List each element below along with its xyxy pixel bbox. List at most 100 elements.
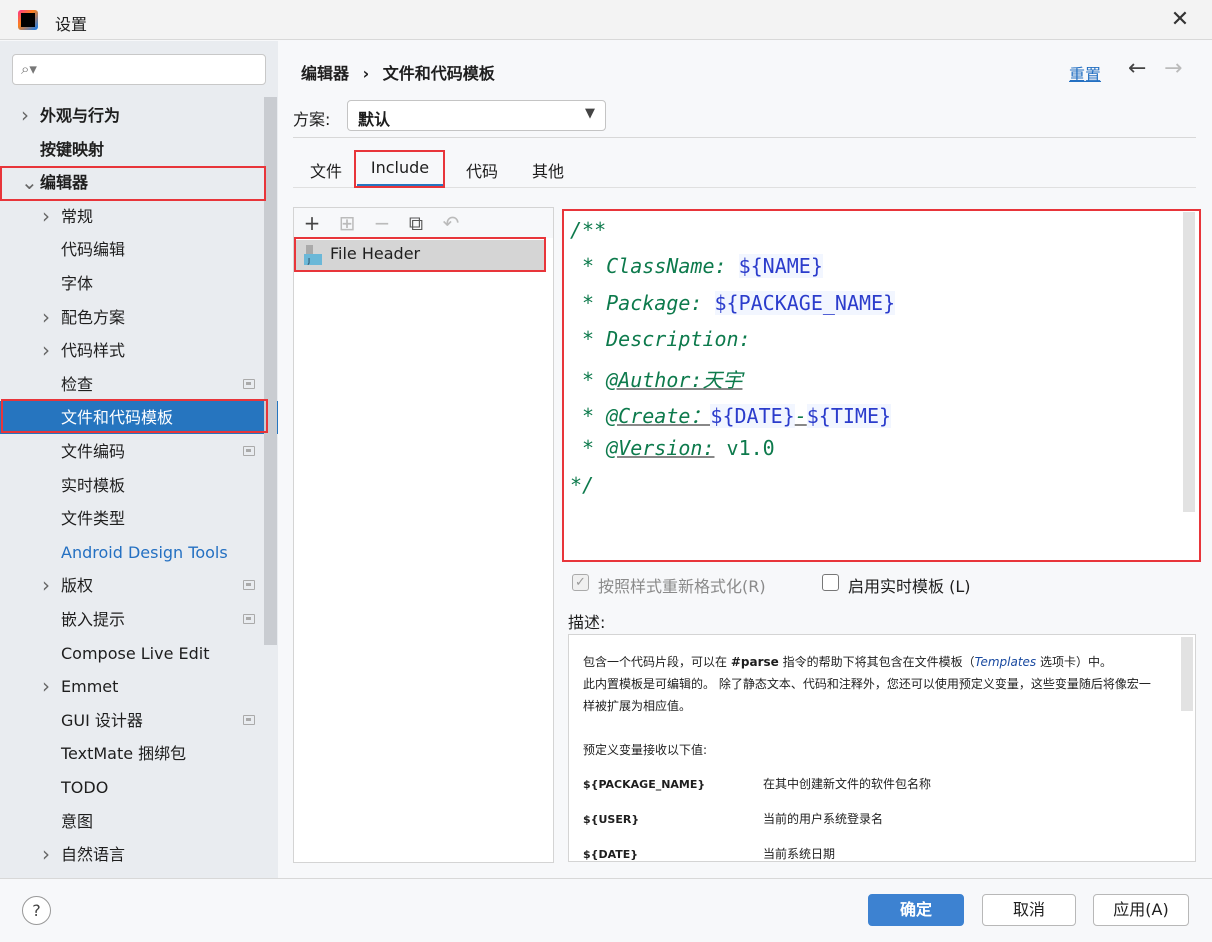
chevron-right-icon[interactable]: › xyxy=(42,200,54,233)
code-token: v1.0 xyxy=(714,436,775,461)
sidebar-item-label: 文件编码 xyxy=(61,442,126,461)
tab-other[interactable]: 其他 xyxy=(525,158,571,187)
tab-include[interactable]: Include xyxy=(357,158,443,187)
sidebar-item-label: 嵌入提示 xyxy=(61,610,126,629)
sidebar-item-label: 字体 xyxy=(61,274,94,293)
tab-files[interactable]: 文件 xyxy=(303,158,349,187)
sidebar-item[interactable]: 意图 xyxy=(0,805,264,838)
code-token: - xyxy=(794,404,807,428)
chevron-right-icon[interactable]: › xyxy=(42,670,54,703)
reset-link[interactable]: 重置 xyxy=(1069,61,1101,85)
chevron-right-icon[interactable]: › xyxy=(42,569,54,602)
sidebar-item-label: 编辑器 xyxy=(40,173,89,193)
code-line: * @Create：${DATE}-${TIME} xyxy=(570,400,892,429)
code-token: */ xyxy=(570,472,595,497)
code-token: @Version: xyxy=(606,436,715,461)
sidebar-item[interactable]: TextMate 捆绑包 xyxy=(0,737,264,770)
sidebar-item-label: 常规 xyxy=(61,206,94,226)
breadcrumb-item[interactable]: 编辑器 xyxy=(301,64,349,83)
sidebar-item[interactable]: › 配色方案 xyxy=(0,301,264,334)
sidebar-item-label: TextMate 捆绑包 xyxy=(61,744,187,764)
sidebar-item-label: 外观与行为 xyxy=(40,106,121,125)
scheme-label: 方案: xyxy=(293,110,331,129)
title-bar: 设置 ✕ xyxy=(0,0,1212,40)
code-token: * xyxy=(570,367,607,392)
variables-table: ${PACKAGE_NAME} 在其中创建新文件的软件包名称 ${USER} 当前的用… xyxy=(583,773,1181,861)
code-line: * ClassName: ${NAME} xyxy=(570,254,823,279)
sidebar-item[interactable]: › 代码样式 xyxy=(0,334,264,367)
sidebar-item[interactable]: GUI 设计器 xyxy=(0,704,264,737)
sidebar-item-label: Compose Live Edit xyxy=(61,643,210,663)
sidebar-scrollbar[interactable] xyxy=(264,97,277,645)
settings-search-input[interactable]: ⌕▾ xyxy=(12,54,266,85)
add-icon[interactable]: + xyxy=(301,211,323,235)
sidebar-item-label: 检查 xyxy=(61,374,94,394)
add-child-icon[interactable]: ⊞ xyxy=(336,211,358,235)
help-button[interactable]: ? xyxy=(22,896,51,925)
project-settings-icon xyxy=(243,714,255,725)
code-line: /** xyxy=(570,218,606,242)
sidebar-item[interactable]: › 外观与行为 xyxy=(0,99,264,132)
sidebar-item[interactable]: TODO xyxy=(0,771,264,804)
sidebar-item[interactable]: 实时模板 xyxy=(0,469,264,502)
sidebar-item[interactable]: 代码编辑 xyxy=(0,233,264,266)
sidebar-item-label: 实时模板 xyxy=(61,475,126,495)
ok-button[interactable]: 确定 xyxy=(868,894,964,926)
sidebar-item-label: 版权 xyxy=(61,576,94,596)
variable-description: 在其中创建新文件的软件包名称 xyxy=(763,777,932,791)
chevron-right-icon[interactable]: › xyxy=(42,334,54,367)
code-line: */ xyxy=(570,473,594,497)
sidebar-item[interactable]: 按键映射 xyxy=(0,133,264,166)
variable-row: ${PACKAGE_NAME} 在其中创建新文件的软件包名称 xyxy=(583,773,1181,796)
sidebar-item[interactable]: 文件编码 xyxy=(0,435,264,468)
parse-directive: #parse xyxy=(730,655,779,669)
live-templates-label: 启用实时模板 (L) xyxy=(848,577,971,596)
list-item[interactable]: J File Header xyxy=(296,240,545,270)
copy-icon[interactable]: ⧉ xyxy=(405,211,427,235)
sidebar-item[interactable]: ⌄ 编辑器 xyxy=(0,166,264,199)
sidebar-item[interactable]: 检查 xyxy=(0,368,264,401)
apply-button[interactable]: 应用(A) xyxy=(1093,894,1189,926)
description-scrollbar[interactable] xyxy=(1181,637,1193,711)
sidebar-item[interactable]: Android Design Tools xyxy=(0,536,264,569)
reformat-checkbox[interactable]: ✓ xyxy=(572,574,589,591)
code-token: * xyxy=(570,436,607,461)
chevron-right-icon[interactable]: › xyxy=(42,301,54,334)
tab-code[interactable]: 代码 xyxy=(459,158,505,187)
sidebar-item-label: 意图 xyxy=(61,811,94,831)
sidebar-item[interactable]: › 版权 xyxy=(0,569,264,602)
reset-icon[interactable]: ↶ xyxy=(440,211,462,235)
forward-arrow-icon[interactable]: → xyxy=(1164,56,1182,81)
sidebar-item[interactable]: › 自然语言 xyxy=(0,838,264,871)
sidebar-item[interactable]: › 常规 xyxy=(0,200,264,233)
cancel-button[interactable]: 取消 xyxy=(982,894,1076,926)
editor-scrollbar[interactable] xyxy=(1183,212,1195,512)
chevron-right-icon[interactable]: › xyxy=(42,838,54,871)
variable-description: 当前系统日期 xyxy=(763,847,836,861)
text: 包含一个代码片段，可以在 xyxy=(583,655,731,669)
chevron-down-icon[interactable]: ⌄ xyxy=(21,166,38,199)
window-title: 设置 xyxy=(55,15,88,34)
back-arrow-icon[interactable]: ← xyxy=(1128,56,1146,81)
code-line: * Package: ${PACKAGE_NAME} xyxy=(570,290,896,315)
code-token: * ClassName: xyxy=(570,254,739,279)
sidebar-item[interactable]: Compose Live Edit xyxy=(0,637,264,670)
chevron-right-icon[interactable]: › xyxy=(21,99,33,132)
sidebar-item[interactable]: 文件和代码模板 xyxy=(0,401,278,435)
scheme-dropdown[interactable]: 默认 ▼ xyxy=(347,100,606,131)
close-icon[interactable]: ✕ xyxy=(1166,6,1194,34)
sidebar-item-label: 文件和代码模板 xyxy=(61,408,174,428)
sidebar-item[interactable]: 嵌入提示 xyxy=(0,603,264,636)
template-variable: ${TIME} xyxy=(806,404,892,428)
sidebar-item[interactable]: › Emmet xyxy=(0,670,264,703)
code-token: @Create： xyxy=(606,404,711,428)
live-templates-checkbox[interactable] xyxy=(822,574,839,591)
code-line: * Description: xyxy=(570,327,751,351)
sidebar-item[interactable]: 字体 xyxy=(0,267,264,300)
remove-icon[interactable]: − xyxy=(371,211,393,235)
sidebar-item[interactable]: 文件类型 xyxy=(0,502,264,535)
sidebar-item-label: 文件类型 xyxy=(61,509,126,529)
breadcrumb-item: 文件和代码模板 xyxy=(382,64,495,83)
variable-description: 当前的用户系统登录名 xyxy=(763,812,884,826)
variable-row: ${USER} 当前的用户系统登录名 xyxy=(583,808,1181,831)
